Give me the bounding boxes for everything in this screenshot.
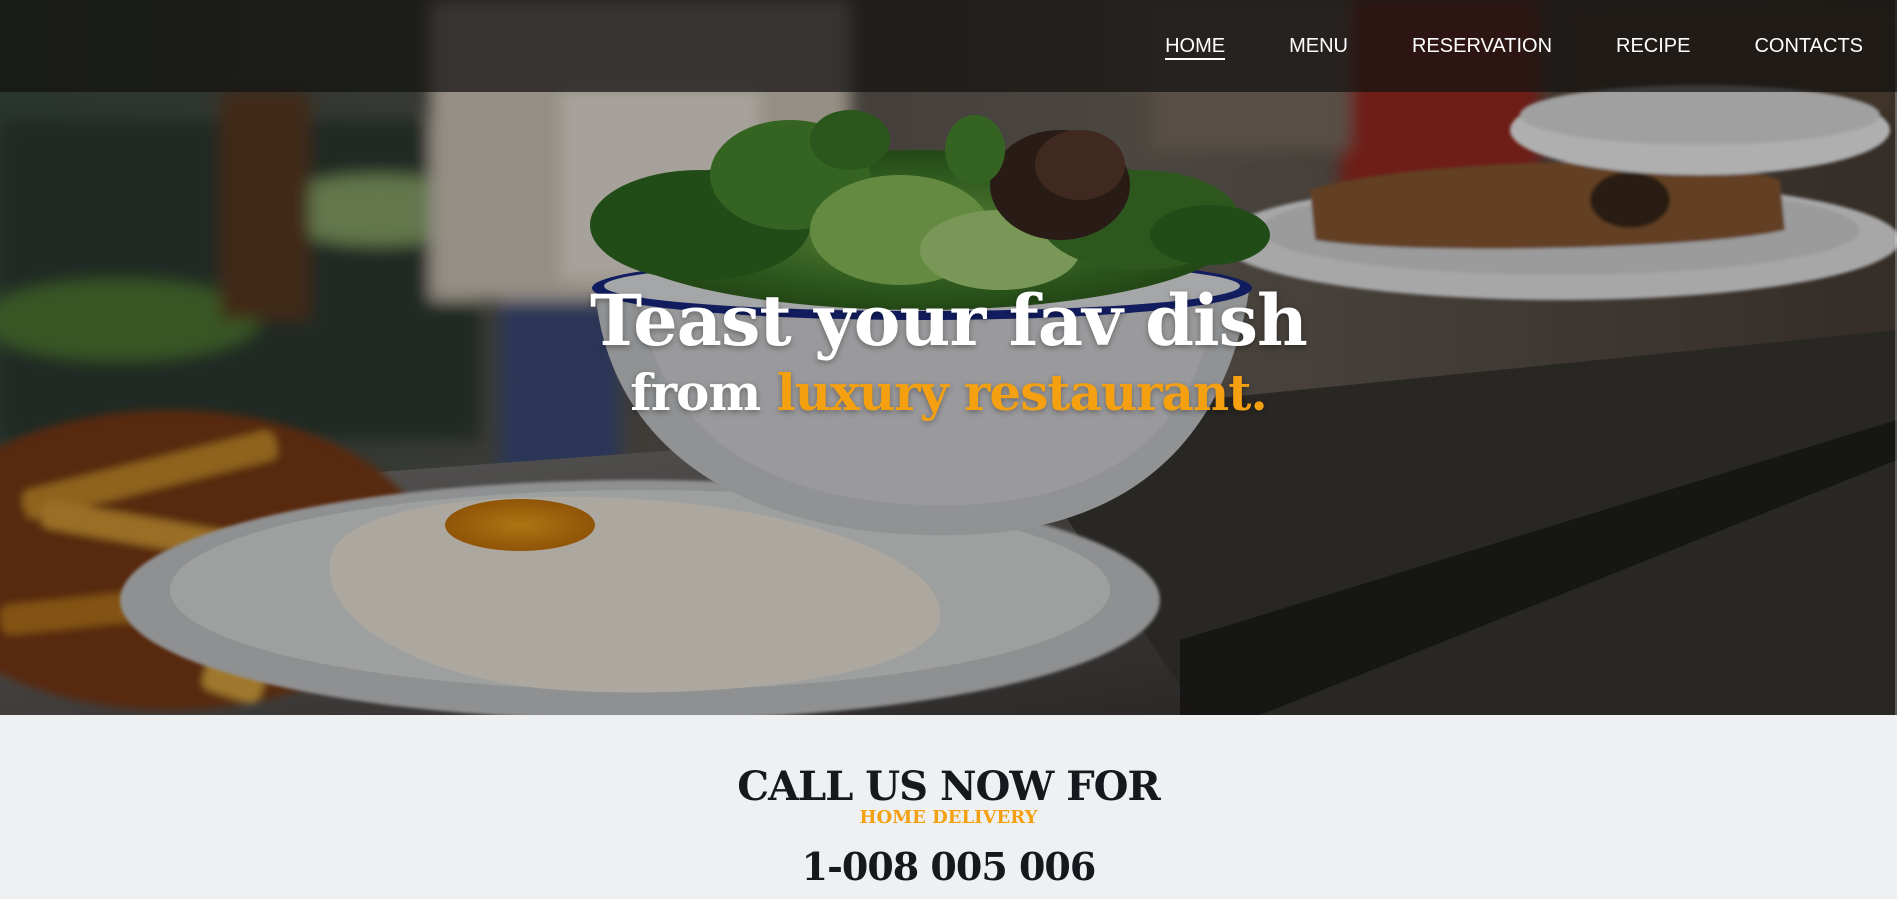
top-navbar: HOME MENU RESERVATION RECIPE CONTACTS	[0, 0, 1897, 92]
call-section: CALL US NOW FOR HOME DELIVERY 1-008 005 …	[0, 715, 1897, 899]
call-title: CALL US NOW FOR	[737, 763, 1160, 810]
hero-title: Teast your fav dish	[590, 279, 1308, 362]
nav-menu: HOME MENU RESERVATION RECIPE CONTACTS	[1101, 34, 1863, 60]
hero-headline: Teast your fav dish from luxury restaura…	[0, 282, 1897, 424]
hero-subtitle-prefix: from	[630, 363, 761, 422]
hero-section: HOME MENU RESERVATION RECIPE CONTACTS Te…	[0, 0, 1897, 715]
nav-item-menu[interactable]: MENU	[1289, 34, 1348, 58]
nav-item-home[interactable]: HOME	[1165, 34, 1226, 60]
page: HOME MENU RESERVATION RECIPE CONTACTS Te…	[0, 0, 1897, 899]
hero-subtitle-accent: luxury restaurant.	[776, 363, 1268, 422]
nav-item-contacts[interactable]: CONTACTS	[1754, 34, 1863, 58]
call-subtitle: HOME DELIVERY	[859, 807, 1038, 828]
hero-subtitle: from luxury restaurant.	[0, 362, 1897, 424]
nav-item-recipe[interactable]: RECIPE	[1616, 34, 1690, 58]
phone-number-link[interactable]: 1-008 005 006	[0, 845, 1897, 889]
nav-item-reservation[interactable]: RESERVATION	[1412, 34, 1552, 58]
